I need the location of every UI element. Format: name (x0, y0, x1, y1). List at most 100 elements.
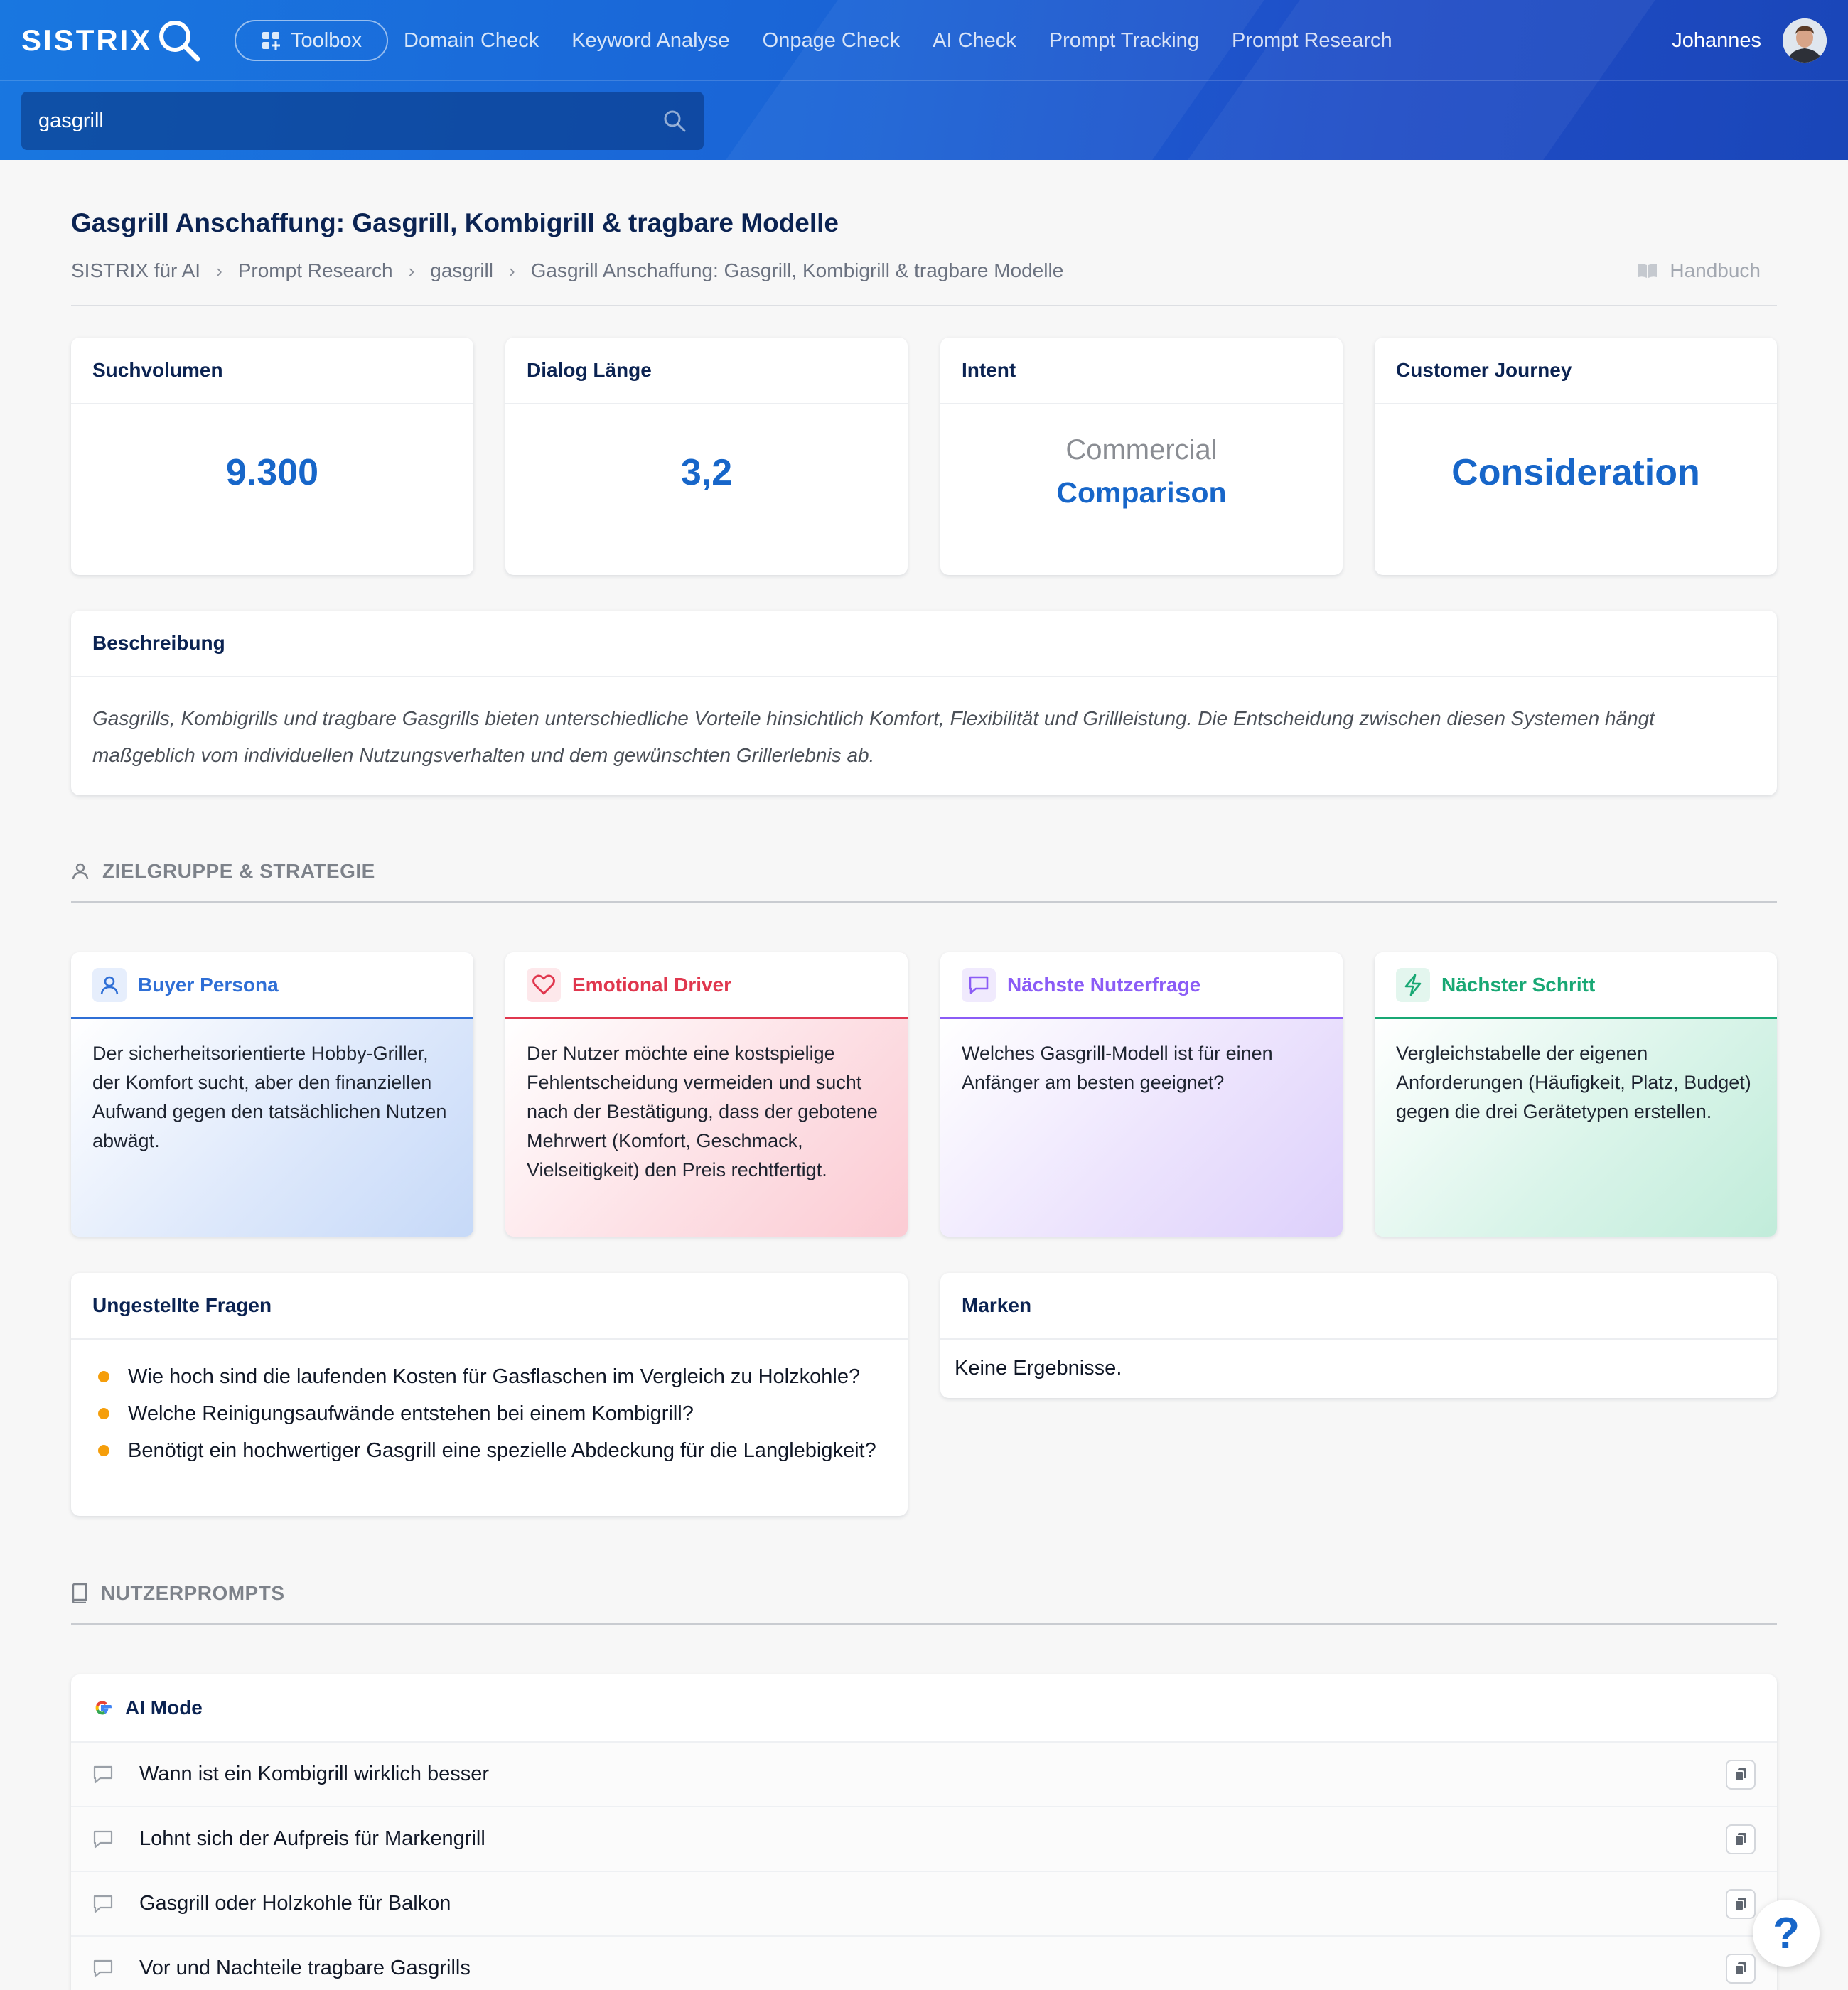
insight-card-naechste-nutzerfrage: Nächste Nutzerfrage Welches Gasgrill-Mod… (940, 952, 1343, 1237)
prompt-text: Wann ist ein Kombigrill wirklich besser (139, 1763, 490, 1785)
user-icon (72, 863, 89, 880)
section-nutzerprompts: NUTZERPROMPTS (71, 1582, 285, 1605)
insight-card-text: Der Nutzer möchte eine kostspielige Fehl… (527, 1043, 878, 1180)
breadcrumb: SISTRIX für AI › Prompt Research › gasgr… (71, 259, 1063, 282)
header-divider-line (71, 305, 1777, 306)
handbuch-link[interactable]: Handbuch (1637, 259, 1761, 282)
copy-button[interactable] (1726, 1953, 1756, 1984)
main-nav: Domain Check Keyword Analyse Onpage Chec… (404, 20, 1425, 61)
beschreibung-text: Gasgrills, Kombigrills und tragbare Gasg… (92, 707, 1655, 766)
search-input[interactable]: gasgrill (38, 109, 662, 133)
kpi-value: 9.300 (225, 452, 319, 493)
breadcrumb-item[interactable]: SISTRIX für AI (71, 259, 200, 282)
copy-icon (1734, 1768, 1746, 1782)
handbuch-label: Handbuch (1670, 259, 1761, 281)
list-item: Wie hoch sind die laufenden Kosten für G… (92, 1358, 886, 1395)
copy-button[interactable] (1726, 1888, 1756, 1919)
table-row: Gasgrill oder Holzkohle für Balkon (71, 1871, 1777, 1935)
insight-card-text: Welches Gasgrill-Modell ist für einen An… (962, 1043, 1273, 1093)
toolbox-button[interactable]: Toolbox (235, 20, 388, 61)
ai-mode-header: AI Mode (71, 1674, 1777, 1741)
avatar (1783, 18, 1827, 63)
chat-icon (962, 967, 996, 1002)
nav-prompt-tracking[interactable]: Prompt Tracking (1049, 29, 1199, 53)
google-g-icon (95, 1701, 112, 1715)
insight-card-title: Buyer Persona (138, 973, 279, 996)
insight-card-text: Vergleichstabelle der eigenen Anforderun… (1396, 1043, 1751, 1122)
nav-onpage-check[interactable]: Onpage Check (763, 29, 900, 53)
prompt-text: Lohnt sich der Aufpreis für Markengrill (139, 1827, 485, 1850)
kpi-value: Consideration (1451, 452, 1700, 493)
insight-card-emotional-driver: Emotional Driver Der Nutzer möchte eine … (505, 952, 908, 1237)
bolt-icon (1396, 967, 1430, 1002)
breadcrumb-item[interactable]: gasgrill (430, 259, 493, 282)
section-title: ZIELGRUPPE & STRATEGIE (102, 860, 375, 882)
comment-icon (93, 1765, 113, 1783)
user-menu[interactable]: Johannes (1672, 17, 1827, 64)
nav-keyword-analyse[interactable]: Keyword Analyse (571, 29, 729, 53)
kpi-value: 3,2 (680, 452, 733, 493)
insight-card-title: Nächster Schritt (1441, 973, 1596, 996)
user-name: Johannes (1672, 28, 1761, 52)
insight-card-header: Emotional Driver (505, 952, 908, 1019)
fragen-list: Wie hoch sind die laufenden Kosten für G… (71, 1340, 908, 1488)
chevron-right-icon: › (216, 259, 222, 281)
copy-button[interactable] (1726, 1824, 1756, 1854)
search-icon[interactable] (662, 109, 687, 133)
sistrix-logo[interactable]: SISTRIX (21, 16, 202, 65)
ungestellte-fragen-card: Ungestellte Fragen Wie hoch sind die lau… (71, 1273, 908, 1516)
keyword-search-field[interactable]: gasgrill (21, 92, 704, 150)
heart-icon (527, 967, 561, 1002)
kpi-card-customer-journey: Customer Journey Consideration (1375, 338, 1777, 575)
nav-domain-check[interactable]: Domain Check (404, 29, 539, 53)
insight-card-header: Nächster Schritt (1375, 952, 1777, 1019)
marken-card: Marken Keine Ergebnisse. (940, 1273, 1777, 1398)
kpi-card-suchvolumen: Suchvolumen 9.300 (71, 338, 473, 575)
ai-mode-label: AI Mode (125, 1696, 203, 1719)
copy-icon (1734, 1832, 1746, 1846)
copy-icon (1734, 1897, 1746, 1911)
table-row: Wann ist ein Kombigrill wirklich besser (71, 1741, 1777, 1806)
kpi-card-title: Intent (940, 338, 1343, 404)
magnifier-logo-icon (159, 21, 200, 62)
section-zielgruppe-strategie: ZIELGRUPPE & STRATEGIE (71, 860, 375, 883)
beschreibung-card: Beschreibung Gasgrills, Kombigrills und … (71, 611, 1777, 795)
comment-icon (93, 1895, 113, 1913)
insight-card-header: Nächste Nutzerfrage (940, 952, 1343, 1019)
nav-ai-check[interactable]: AI Check (933, 29, 1016, 53)
frage-text: Wie hoch sind die laufenden Kosten für G… (128, 1365, 861, 1388)
marken-title: Marken (940, 1273, 1777, 1340)
kpi-card-title: Customer Journey (1375, 338, 1777, 404)
prompt-text: Vor und Nachteile tragbare Gasgrills (139, 1957, 471, 1979)
beschreibung-title: Beschreibung (71, 611, 1777, 677)
copy-icon (1734, 1962, 1746, 1976)
list-item: Benötigt ein hochwertiger Gasgrill eine … (92, 1432, 886, 1469)
insight-card-text: Der sicherheitsorientierte Hobby-Griller… (92, 1043, 447, 1151)
breadcrumb-current: Gasgrill Anschaffung: Gasgrill, Kombigri… (530, 259, 1064, 281)
top-navigation-bar: SISTRIX Toolbox Domain Check Keyword Ana… (0, 0, 1848, 160)
book-open-icon (1638, 264, 1658, 278)
nav-prompt-research[interactable]: Prompt Research (1232, 29, 1392, 53)
chevron-right-icon: › (408, 259, 415, 281)
apps-icon (262, 32, 281, 50)
bullet-dot (98, 1371, 109, 1382)
prompt-text: Gasgrill oder Holzkohle für Balkon (139, 1892, 451, 1915)
kpi-card-intent: Intent Commercial Comparison (940, 338, 1343, 575)
list-item: Welche Reinigungsaufwände entstehen bei … (92, 1395, 886, 1432)
kpi-card-title: Suchvolumen (71, 338, 473, 404)
breadcrumb-item[interactable]: Prompt Research (238, 259, 393, 282)
section-title: NUTZERPROMPTS (101, 1582, 285, 1604)
logo-text: SISTRIX (21, 23, 153, 57)
table-row: Lohnt sich der Aufpreis für Markengrill (71, 1806, 1777, 1871)
kpi-card-dialog-laenge: Dialog Länge 3,2 (505, 338, 908, 575)
comment-icon (93, 1959, 113, 1977)
insight-card-title: Emotional Driver (572, 973, 732, 996)
intent-primary: Commercial (1065, 434, 1218, 466)
header-divider (0, 80, 1848, 81)
copy-button[interactable] (1726, 1759, 1756, 1790)
avatar-image (1783, 18, 1827, 63)
help-button[interactable]: ? (1753, 1900, 1820, 1967)
page-title: Gasgrill Anschaffung: Gasgrill, Kombigri… (71, 208, 839, 237)
insight-card-header: Buyer Persona (71, 952, 473, 1019)
insight-card-buyer-persona: Buyer Persona Der sicherheitsorientierte… (71, 952, 473, 1237)
